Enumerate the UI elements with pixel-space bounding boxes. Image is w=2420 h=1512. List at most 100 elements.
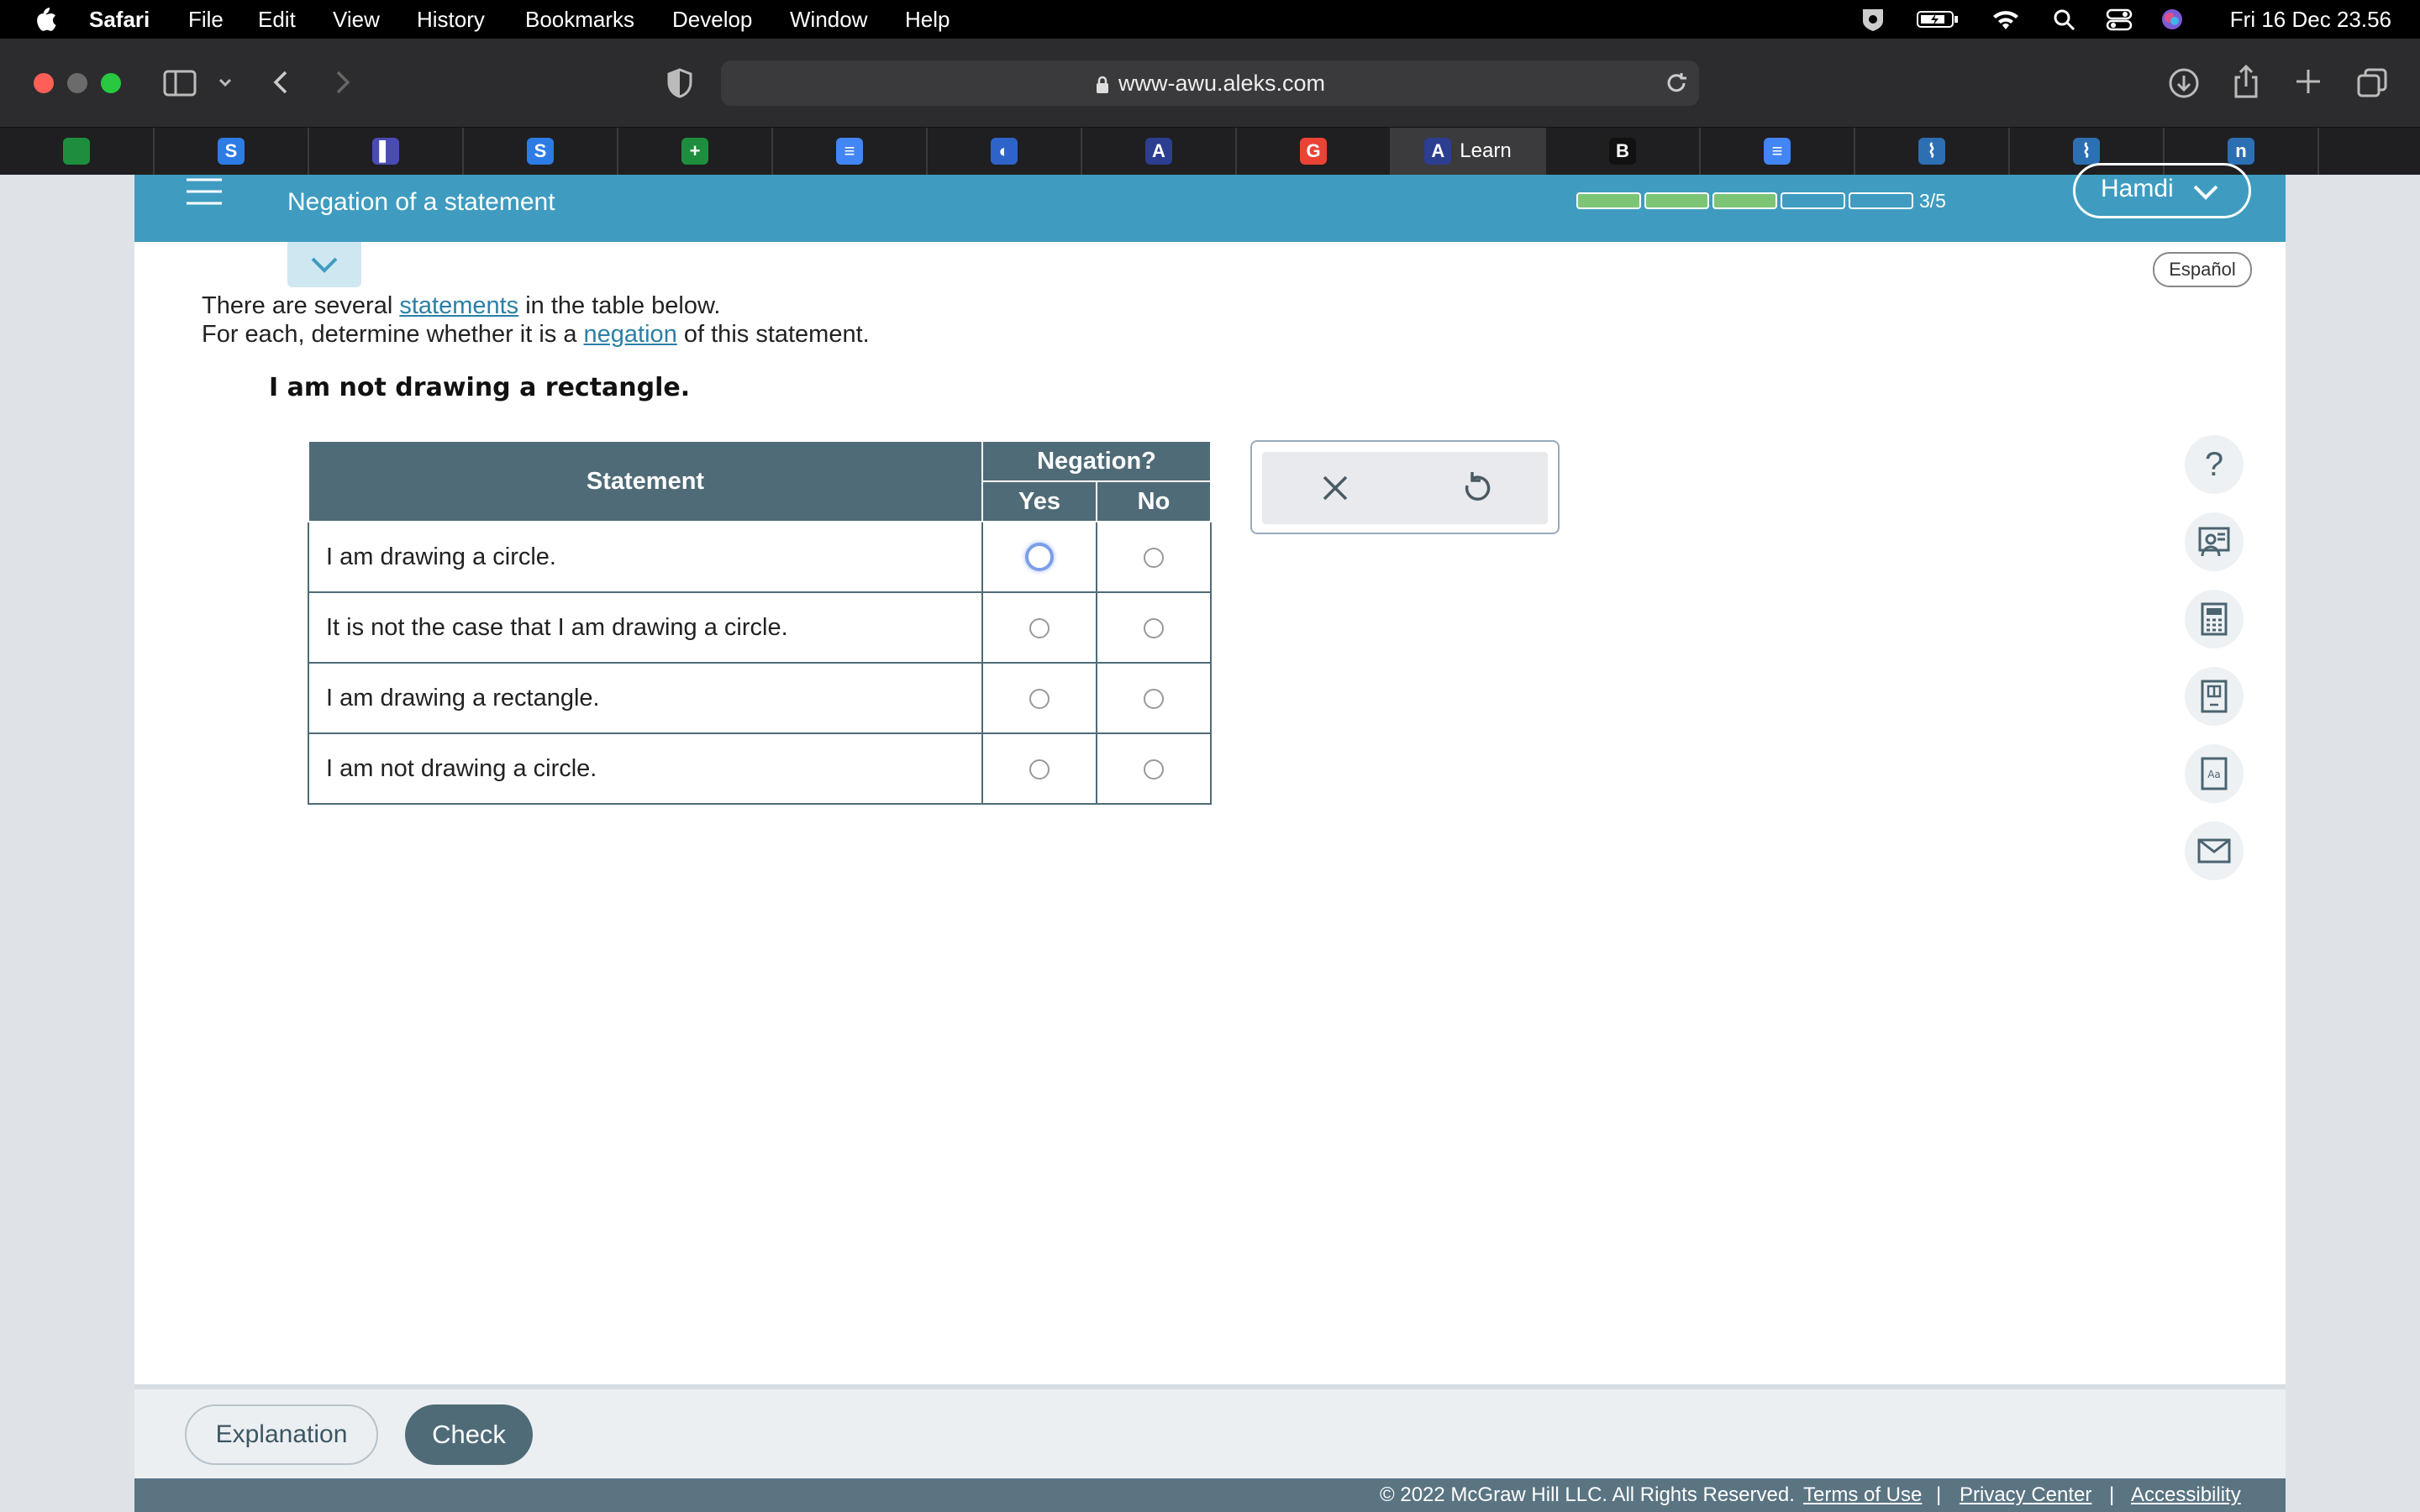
- copyright-text: © 2022 McGraw Hill LLC. All Rights Reser…: [1380, 1483, 1795, 1506]
- aleks-icon: A: [1424, 138, 1452, 165]
- yes-cell: [981, 662, 1097, 734]
- user-menu-button[interactable]: Hamdi: [2073, 163, 2251, 218]
- no-radio[interactable]: [1144, 547, 1164, 568]
- statement-cell: I am drawing a rectangle.: [308, 662, 983, 734]
- yes-radio[interactable]: [1025, 543, 1054, 572]
- browser-tab[interactable]: A Learn: [1392, 128, 1546, 175]
- forward-icon[interactable]: [329, 67, 355, 97]
- menu-edit[interactable]: Edit: [258, 7, 296, 32]
- answer-tools-bar: [1262, 452, 1548, 524]
- no-cell: [1096, 732, 1212, 805]
- siri-icon[interactable]: [2158, 7, 2186, 32]
- browser-tab[interactable]: ≡: [1701, 128, 1855, 175]
- chevron-down-icon: [2193, 185, 2218, 200]
- explanation-button[interactable]: Explanation: [185, 1404, 378, 1465]
- negation-link[interactable]: negation: [584, 321, 677, 348]
- menu-help[interactable]: Help: [905, 7, 950, 32]
- apple-icon[interactable]: [30, 4, 59, 34]
- textbook-button[interactable]: [2185, 667, 2244, 726]
- column-header-negation: Negation?: [981, 440, 1212, 482]
- address-bar[interactable]: www-awu.aleks.com: [721, 60, 1699, 106]
- instruction-text: There are several: [202, 292, 400, 319]
- menu-view[interactable]: View: [333, 7, 380, 32]
- divider: |: [2109, 1483, 2115, 1506]
- browser-tab[interactable]: S: [155, 128, 309, 175]
- help-button[interactable]: ?: [2185, 435, 2244, 494]
- yes-radio[interactable]: [1029, 688, 1050, 709]
- menu-clock[interactable]: Fri 16 Dec 23.56: [2230, 7, 2391, 32]
- statements-link[interactable]: statements: [399, 292, 518, 319]
- statement-cell: I am not drawing a circle.: [308, 732, 983, 805]
- tab-overview-icon[interactable]: [2356, 67, 2388, 99]
- zoom-window-button[interactable]: [101, 73, 121, 93]
- chevron-down-icon[interactable]: [217, 76, 234, 89]
- minimize-window-button[interactable]: [67, 73, 87, 93]
- espanol-button[interactable]: Español: [2153, 252, 2252, 287]
- statement-cell: It is not the case that I am drawing a c…: [308, 591, 983, 664]
- browser-tab[interactable]: ◐: [928, 128, 1082, 175]
- new-tab-icon[interactable]: [2294, 67, 2323, 96]
- copyright-bar: © 2022 McGraw Hill LLC. All Rights Reser…: [134, 1478, 2286, 1512]
- yes-radio[interactable]: [1029, 759, 1050, 780]
- chart-icon: ⌇: [2073, 138, 2100, 165]
- vpn-icon[interactable]: [1859, 7, 1887, 32]
- back-icon[interactable]: [269, 67, 294, 97]
- instruction-text: of this statement.: [676, 321, 870, 348]
- calculator-icon: [2201, 602, 2228, 636]
- browser-tab[interactable]: ▌: [309, 128, 464, 175]
- undo-icon[interactable]: [1462, 470, 1492, 504]
- message-button[interactable]: [2185, 822, 2244, 880]
- close-window-button[interactable]: [34, 73, 54, 93]
- menu-window[interactable]: Window: [790, 7, 867, 32]
- menu-bookmarks[interactable]: Bookmarks: [525, 7, 634, 32]
- collapse-header-button[interactable]: [287, 242, 361, 287]
- dictionary-button[interactable]: Aa: [2185, 744, 2244, 803]
- menu-develop[interactable]: Develop: [672, 7, 752, 32]
- no-radio[interactable]: [1144, 688, 1164, 709]
- progress-segment: [1644, 192, 1709, 209]
- browser-tab[interactable]: B: [1546, 128, 1701, 175]
- control-center-icon[interactable]: [2105, 7, 2133, 32]
- instruction-text: For each, determine whether it is a: [202, 321, 584, 348]
- topic-title: Negation of a statement: [287, 188, 555, 216]
- reload-icon[interactable]: [1664, 71, 1689, 96]
- privacy-shield-icon[interactable]: [666, 67, 694, 99]
- browser-tab[interactable]: ≡: [773, 128, 928, 175]
- menu-history[interactable]: History: [417, 7, 485, 32]
- calculator-button[interactable]: [2185, 590, 2244, 648]
- no-radio[interactable]: [1144, 759, 1164, 780]
- battery-icon[interactable]: [1916, 7, 1960, 32]
- browser-tab[interactable]: A: [1082, 128, 1237, 175]
- terms-link[interactable]: Terms of Use: [1803, 1483, 1922, 1507]
- menu-app-name[interactable]: Safari: [89, 7, 150, 32]
- check-button[interactable]: Check: [405, 1404, 533, 1465]
- statement-cell: I am drawing a circle.: [308, 521, 983, 593]
- n-icon: n: [2228, 138, 2254, 165]
- download-icon[interactable]: [2168, 67, 2200, 99]
- menu-file[interactable]: File: [188, 7, 224, 32]
- yes-cell: [981, 591, 1097, 664]
- browser-tab[interactable]: +: [618, 128, 773, 175]
- accessibility-link[interactable]: Accessibility: [2131, 1483, 2241, 1507]
- privacy-link[interactable]: Privacy Center: [1960, 1483, 2091, 1507]
- negation-table: Statement Negation? Yes No I am drawing …: [308, 440, 1212, 805]
- instruction-line-2: For each, determine whether it is a nega…: [202, 321, 870, 349]
- browser-tab[interactable]: ⌇: [1855, 128, 2010, 175]
- column-header-no: No: [1096, 480, 1212, 522]
- s-logo-icon: S: [218, 138, 245, 165]
- menu-icon[interactable]: [187, 175, 222, 205]
- browser-tab[interactable]: S: [464, 128, 618, 175]
- no-radio[interactable]: [1144, 617, 1164, 638]
- close-icon[interactable]: [1321, 474, 1349, 502]
- share-icon[interactable]: [2232, 64, 2260, 99]
- wifi-icon[interactable]: [1991, 7, 2020, 32]
- browser-tab[interactable]: G: [1237, 128, 1392, 175]
- search-icon[interactable]: [2050, 7, 2079, 32]
- browser-tab[interactable]: [0, 128, 155, 175]
- column-header-yes: Yes: [981, 480, 1097, 522]
- tutor-button[interactable]: [2185, 512, 2244, 571]
- chevron-down-icon: [311, 257, 338, 273]
- no-cell: [1096, 521, 1212, 593]
- yes-radio[interactable]: [1029, 617, 1050, 638]
- sidebar-toggle-icon[interactable]: [163, 69, 197, 97]
